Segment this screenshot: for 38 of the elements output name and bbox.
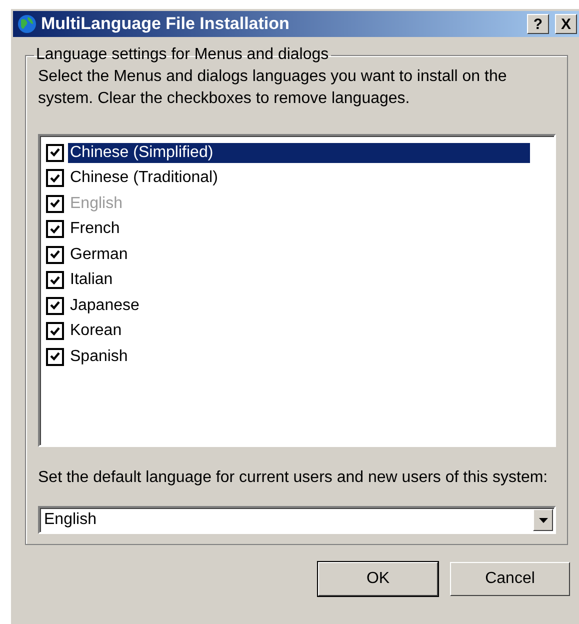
checkbox[interactable] — [46, 296, 64, 315]
check-icon — [50, 276, 60, 285]
caret-icon — [538, 518, 548, 522]
cancel-button[interactable]: Cancel — [450, 562, 570, 596]
group-legend: Language settings for Menus and dialogs — [34, 46, 331, 64]
checkbox[interactable] — [46, 271, 64, 290]
check-icon — [50, 148, 60, 158]
language-item[interactable]: Korean — [68, 321, 530, 342]
check-icon — [50, 301, 60, 310]
window-title: MultiLanguage File Installation — [41, 14, 290, 34]
checkbox[interactable] — [46, 220, 64, 238]
ok-button[interactable]: OK — [318, 562, 438, 596]
check-icon — [50, 224, 60, 234]
language-item[interactable]: French — [68, 219, 530, 240]
language-dropdown[interactable]: English — [38, 506, 556, 534]
language-item[interactable]: Italian — [68, 270, 530, 290]
checkbox[interactable] — [46, 144, 64, 162]
language-item[interactable]: Chinese (Traditional) — [68, 168, 530, 188]
default-language-label: Set the default language for current users and new users of this system: — [38, 469, 549, 487]
language-item[interactable]: Chinese (Simplified) — [68, 142, 530, 163]
help-button[interactable]: ? — [527, 14, 549, 34]
globe-icon — [17, 14, 37, 34]
group-description: Select the Menus and dialogs languages you want to install on the system. Clear the checkboxes to remove languages. — [38, 67, 508, 109]
checkbox[interactable] — [46, 322, 64, 340]
check-icon — [50, 250, 60, 260]
check-icon — [50, 199, 60, 208]
dropdown-arrow-button[interactable] — [533, 509, 553, 531]
close-button[interactable]: X — [555, 14, 577, 34]
dropdown-value: English — [44, 511, 98, 529]
language-item[interactable]: Japanese — [68, 296, 530, 316]
language-item[interactable]: Spanish — [68, 346, 530, 367]
check-icon — [50, 326, 60, 336]
check-icon — [50, 174, 60, 183]
language-item[interactable]: German — [68, 244, 530, 265]
checkbox[interactable] — [46, 348, 64, 366]
checkbox[interactable] — [46, 246, 64, 264]
check-icon — [50, 352, 60, 362]
checkbox[interactable] — [46, 169, 64, 188]
